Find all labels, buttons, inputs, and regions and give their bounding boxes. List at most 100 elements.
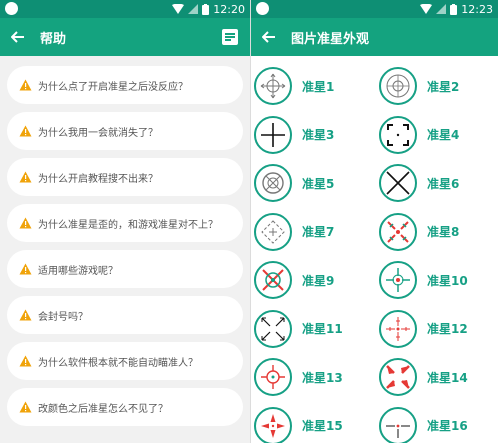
crosshair-row: 准星1 准星2 (251, 62, 498, 111)
crosshair-label: 准星10 (427, 273, 468, 288)
faq-question: 会封号吗？ (38, 311, 88, 323)
faq-question: 为什么软件根本就不能自动瞄准人？ (38, 357, 198, 369)
faq-question: 为什么准星是歪的，和游戏准星对不上？ (38, 219, 218, 231)
faq-question: 为什么点了开启准星之后没反应？ (38, 81, 188, 93)
battery-icon (450, 3, 458, 15)
crosshair-4-icon (379, 115, 417, 154)
back-button[interactable] (251, 18, 287, 56)
crosshair-14-icon (379, 358, 417, 396)
faq-item[interactable]: 适用哪些游戏呢？ (7, 250, 243, 288)
faq-item[interactable]: 为什么软件根本就不能自动瞄准人？ (7, 342, 243, 380)
faq-item[interactable]: 为什么准星是歪的，和游戏准星对不上？ (7, 204, 243, 242)
crosshair-10-icon (379, 261, 417, 299)
warning-icon (19, 263, 32, 275)
faq-item[interactable]: 为什么点了开启准星之后没反应？ (7, 66, 243, 104)
crosshair-option-9[interactable]: 准星9 (251, 256, 334, 304)
crosshair-option-10[interactable]: 准星10 (376, 256, 468, 304)
faq-item[interactable]: 为什么我用一会就消失了？ (7, 112, 243, 150)
crosshair-12-icon (379, 309, 417, 348)
crosshair-8-icon (379, 212, 417, 251)
crosshair-1-icon (254, 67, 292, 105)
help-screen: 12:20 帮助 为什么点了开启准星之后没反应？ 为什么我用一会就消失了？ 为什么开… (0, 0, 250, 443)
faq-question: 改颜色之后准星怎么不见了？ (38, 403, 168, 415)
help-appbar: 帮助 (0, 18, 250, 56)
crosshair-label: 准星16 (427, 419, 468, 433)
battery-icon (202, 3, 210, 15)
crosshair-15-icon (254, 406, 292, 443)
crosshair-13-icon (254, 358, 292, 396)
faq-item[interactable]: 会封号吗？ (7, 296, 243, 334)
document-icon[interactable] (222, 29, 238, 45)
status-time: 12:23 (461, 2, 493, 16)
status-bar: 12:20 (0, 0, 250, 18)
warning-icon (19, 401, 32, 413)
crosshair-label: 准星1 (302, 79, 335, 94)
warning-icon (19, 217, 32, 229)
crosshair-option-2[interactable]: 准星2 (376, 62, 459, 110)
status-time: 12:20 (213, 2, 245, 16)
crosshair-option-5[interactable]: 准星5 (251, 159, 334, 207)
crosshair-label: 准星3 (302, 128, 335, 142)
crosshair-label: 准星5 (302, 176, 335, 191)
faq-list: 为什么点了开启准星之后没反应？ 为什么我用一会就消失了？ 为什么开启教程搜不出来？ 为… (0, 56, 250, 426)
crosshair-6-icon (379, 164, 417, 202)
crosshair-label: 准星9 (302, 273, 335, 288)
crosshair-option-12[interactable]: 准星12 (376, 305, 468, 353)
wifi-icon (420, 4, 433, 14)
crosshair-option-8[interactable]: 准星8 (376, 208, 459, 256)
crosshair-label: 准星11 (302, 322, 343, 336)
crosshair-option-16[interactable]: 准星16 (376, 402, 468, 443)
signal-icon (188, 4, 199, 14)
crosshair-screen: 12:23 图片准星外观 准星1 准星2 准星3 准星4 准星5 准星6 准星7 准星8 准星9… (251, 0, 498, 443)
crosshair-16-icon (379, 406, 417, 443)
signal-icon (436, 4, 447, 14)
crosshair-2-icon (379, 67, 417, 105)
crosshair-option-15[interactable]: 准星15 (251, 402, 343, 443)
crosshair-appbar: 图片准星外观 (251, 18, 498, 56)
crosshair-label: 准星13 (302, 370, 343, 385)
crosshair-grid: 准星1 准星2 准星3 准星4 准星5 准星6 准星7 准星8 准星9 准星10 准星11 准星12 准… (251, 56, 498, 443)
crosshair-5-icon (254, 164, 292, 202)
crosshair-row: 准星3 准星4 (251, 111, 498, 160)
warning-icon (19, 309, 32, 321)
crosshair-row: 准星5 准星6 (251, 159, 498, 208)
notification-dot-icon (5, 2, 18, 15)
crosshair-label: 准星4 (427, 128, 460, 142)
crosshair-label: 准星7 (302, 225, 335, 239)
faq-question: 为什么我用一会就消失了？ (38, 127, 158, 139)
crosshair-row: 准星9 准星10 (251, 256, 498, 305)
arrow-left-icon (262, 31, 275, 43)
crosshair-option-1[interactable]: 准星1 (251, 62, 334, 110)
crosshair-option-14[interactable]: 准星14 (376, 353, 468, 401)
faq-question: 为什么开启教程搜不出来？ (38, 173, 158, 185)
arrow-left-icon (11, 31, 24, 43)
crosshair-label: 准星12 (427, 322, 468, 336)
crosshair-option-13[interactable]: 准星13 (251, 353, 343, 401)
crosshair-9-icon (254, 261, 292, 299)
crosshair-label: 准星2 (427, 79, 460, 94)
crosshair-option-4[interactable]: 准星4 (376, 111, 459, 159)
crosshair-label: 准星8 (427, 225, 460, 239)
crosshair-option-3[interactable]: 准星3 (251, 111, 334, 159)
crosshair-option-6[interactable]: 准星6 (376, 159, 459, 207)
crosshair-label: 准星14 (427, 370, 468, 385)
crosshair-row: 准星15 准星16 (251, 402, 498, 443)
wifi-icon (172, 4, 185, 14)
crosshair-3-icon (254, 115, 292, 154)
back-button[interactable] (0, 18, 36, 56)
warning-icon (19, 125, 32, 137)
faq-item[interactable]: 为什么开启教程搜不出来？ (7, 158, 243, 196)
page-title: 图片准星外观 (291, 31, 370, 47)
status-bar: 12:23 (251, 0, 498, 18)
notification-dot-icon (256, 2, 269, 15)
page-title: 帮助 (40, 31, 67, 47)
faq-item[interactable]: 改颜色之后准星怎么不见了？ (7, 388, 243, 426)
crosshair-row: 准星13 准星14 (251, 353, 498, 402)
crosshair-option-7[interactable]: 准星7 (251, 208, 334, 256)
faq-question: 适用哪些游戏呢？ (38, 265, 118, 277)
crosshair-option-11[interactable]: 准星11 (251, 305, 343, 353)
crosshair-label: 准星6 (427, 176, 460, 191)
crosshair-row: 准星7 准星8 (251, 208, 498, 257)
crosshair-11-icon (254, 309, 292, 348)
crosshair-7-icon (254, 212, 292, 251)
